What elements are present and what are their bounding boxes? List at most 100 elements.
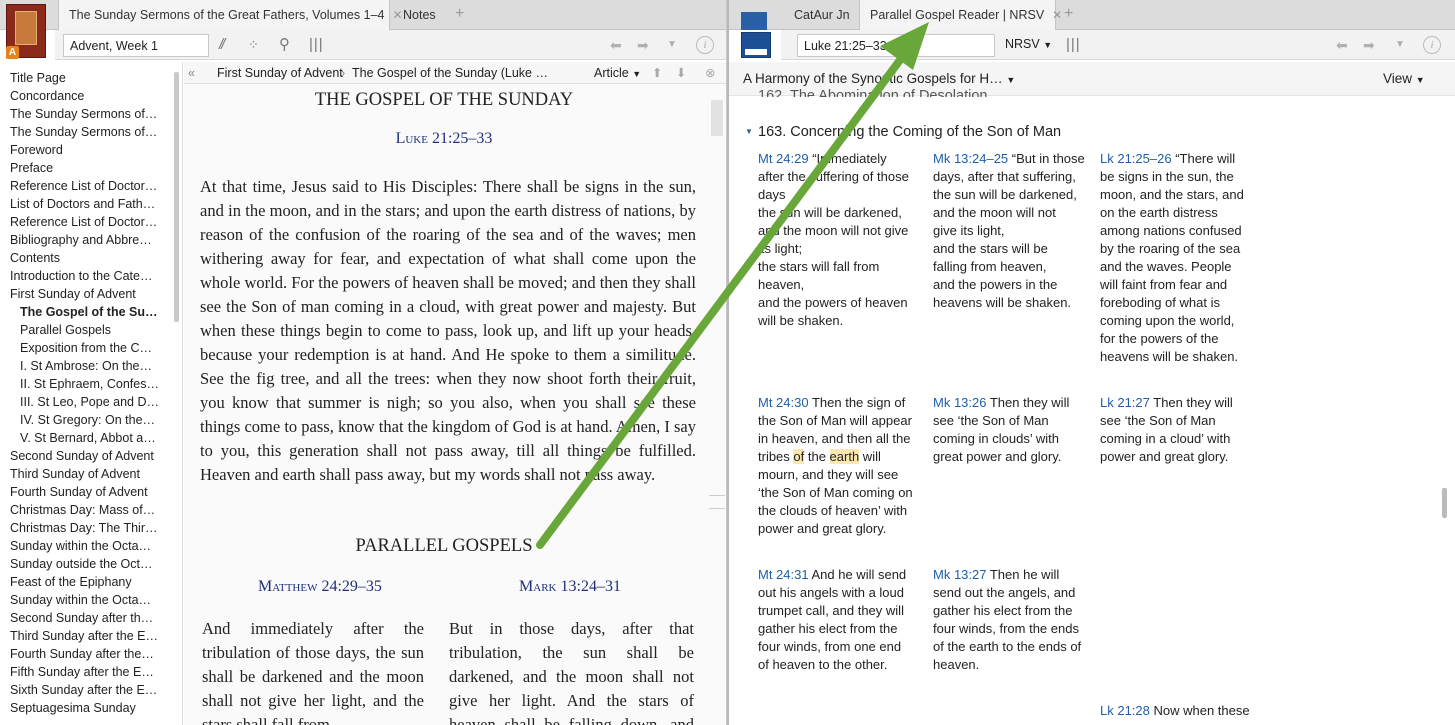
toc-item[interactable]: ▶Feast of the Epiphany <box>0 573 172 591</box>
toc-item[interactable]: Title Page <box>0 69 172 87</box>
collapsed-triangle-icon[interactable]: ▶ <box>0 682 10 699</box>
collapsed-triangle-icon[interactable]: ▶ <box>0 448 10 465</box>
toc-item[interactable]: The Sunday Sermons of… <box>0 105 172 123</box>
toc-item[interactable]: ▶Second Sunday after th… <box>0 609 172 627</box>
toc-item[interactable]: II. St Ephraem, Confes… <box>0 375 172 393</box>
breadcrumb-item[interactable]: First Sunday of Advent <box>217 62 343 84</box>
new-tab-icon[interactable]: + <box>455 0 464 28</box>
collapsed-triangle-icon[interactable]: ▶ <box>0 646 10 663</box>
verse-ref-link[interactable]: Lk 21:27 <box>1100 395 1150 410</box>
gospel-ref[interactable]: Luke 21:25–33 <box>184 130 704 148</box>
back-icon[interactable]: ⬅ <box>610 36 622 54</box>
toc-item[interactable]: Parallel Gospels <box>0 321 172 339</box>
toc-item[interactable]: The Sunday Sermons of… <box>0 123 172 141</box>
toc-item[interactable]: Preface <box>0 159 172 177</box>
tab-cataur[interactable]: CatAur Jn <box>784 0 860 30</box>
view-dropdown[interactable]: View ▼ <box>1383 62 1425 97</box>
verse-ref-link[interactable]: Lk 21:28 <box>1100 703 1150 718</box>
search-icon[interactable]: ⚲ <box>279 35 290 55</box>
breadcrumb-item[interactable]: The Gospel of the Sunday (Luke … <box>352 62 548 84</box>
back-icon[interactable]: ⬅ <box>1336 36 1348 54</box>
toc-item[interactable]: Introduction to the Cate… <box>0 267 172 285</box>
toc-item[interactable]: ▶Second Sunday of Advent <box>0 447 172 465</box>
verse-ref-link[interactable]: Mk 13:27 <box>933 567 986 582</box>
toc-item[interactable]: ▶Christmas Day: The Thir… <box>0 519 172 537</box>
history-dropdown-icon[interactable]: ▼ <box>1395 36 1405 54</box>
parallel-resources-icon[interactable]: // <box>219 35 226 55</box>
scrollbar-thumb[interactable] <box>711 100 723 136</box>
collapsed-triangle-icon[interactable]: ▶ <box>0 610 10 627</box>
toc-item[interactable]: ▶Fifth Sunday after the E… <box>0 663 172 681</box>
version-dropdown[interactable]: NRSV ▼ <box>1005 37 1052 51</box>
verse-ref-link[interactable]: Mt 24:29 <box>758 151 809 166</box>
toc-scrollbar-thumb[interactable] <box>174 72 179 322</box>
toc-item[interactable]: ▶Bibliography and Abbre… <box>0 231 172 249</box>
verse-ref-link[interactable]: Mk 13:24–25 <box>933 151 1008 166</box>
collapsed-triangle-icon[interactable]: ▶ <box>0 466 10 483</box>
down-arrow-icon[interactable]: ⬇ <box>676 62 686 84</box>
toc-item[interactable]: Concordance <box>0 87 172 105</box>
toc-item[interactable]: ▶Sixth Sunday after the E… <box>0 681 172 699</box>
verse-ref-link[interactable]: Lk 21:25–26 <box>1100 151 1172 166</box>
toc-item[interactable]: The Gospel of the Su… <box>0 303 172 321</box>
toc-item[interactable]: Contents <box>0 249 172 267</box>
matthew-ref[interactable]: Matthew 24:29–35 <box>200 578 440 596</box>
collapsed-triangle-icon[interactable]: ▶ <box>0 484 10 501</box>
history-dropdown-icon[interactable]: ▼ <box>667 36 677 54</box>
toc-item[interactable]: ▶Third Sunday after the E… <box>0 627 172 645</box>
toc-item[interactable]: ▼First Sunday of Advent <box>0 285 172 303</box>
collapsed-triangle-icon[interactable]: ▶ <box>0 664 10 681</box>
toc-item[interactable]: IV. St Gregory: On the… <box>0 411 172 429</box>
collapsed-triangle-icon[interactable]: ▶ <box>0 592 10 609</box>
close-reader-icon[interactable]: ⊗ <box>705 62 715 84</box>
collapsed-triangle-icon[interactable]: ▶ <box>0 556 10 573</box>
toc-item[interactable]: ▶Christmas Day: Mass of… <box>0 501 172 519</box>
verse-ref-link[interactable]: Mt 24:30 <box>758 395 809 410</box>
scripture-link[interactable]: Matthew 24:29–35 <box>258 578 382 595</box>
up-arrow-icon[interactable]: ⬆ <box>652 62 662 84</box>
toc-item[interactable]: Foreword <box>0 141 172 159</box>
scripture-link[interactable]: Luke 21:25–33 <box>396 130 493 147</box>
toc-item[interactable]: I. St Ambrose: On the… <box>0 357 172 375</box>
tab-notes[interactable]: Notes <box>393 0 446 30</box>
toc-item[interactable]: V. St Bernard, Abbot a… <box>0 429 172 447</box>
reference-input[interactable] <box>63 34 209 57</box>
toc-item[interactable]: Exposition from the C… <box>0 339 172 357</box>
collapse-toc-icon[interactable]: « <box>188 62 195 84</box>
expanded-triangle-icon[interactable]: ▼ <box>0 286 10 303</box>
info-icon[interactable]: i <box>696 36 714 54</box>
collapsed-triangle-icon[interactable]: ▶ <box>0 502 10 519</box>
verse-ref-link[interactable]: Mk 13:26 <box>933 395 986 410</box>
panel-menu-icon[interactable]: ||| <box>309 35 324 55</box>
scrollbar-thumb[interactable] <box>1442 488 1447 518</box>
toc-item[interactable]: ▶Sunday within the Octa… <box>0 537 172 555</box>
collapsed-triangle-icon[interactable]: ▶ <box>0 538 10 555</box>
collapsed-triangle-icon[interactable]: ▶ <box>0 700 10 717</box>
toc-item[interactable]: III. St Leo, Pope and D… <box>0 393 172 411</box>
tab-sunday-sermons[interactable]: The Sunday Sermons of the Great Fathers,… <box>58 0 403 31</box>
forward-icon[interactable]: ➡ <box>637 36 649 54</box>
visual-filter-icon[interactable]: ⁘ <box>248 35 259 55</box>
new-tab-icon[interactable]: + <box>1064 0 1073 28</box>
forward-icon[interactable]: ➡ <box>1363 36 1375 54</box>
toc-item[interactable]: Reference List of Doctor… <box>0 213 172 231</box>
info-icon[interactable]: i <box>1423 36 1441 54</box>
section-expand-icon[interactable]: ▼ <box>745 127 753 136</box>
toc-item[interactable]: ▶Third Sunday of Advent <box>0 465 172 483</box>
toc-item[interactable]: ▶Fourth Sunday after the… <box>0 645 172 663</box>
mark-ref[interactable]: Mark 13:24–31 <box>447 578 693 596</box>
collapsed-triangle-icon[interactable]: ▶ <box>0 628 10 645</box>
toc-item[interactable]: ▶Fourth Sunday of Advent <box>0 483 172 501</box>
collapsed-triangle-icon[interactable]: ▶ <box>0 520 10 537</box>
tab-parallel-gospel-reader[interactable]: Parallel Gospel Reader | NRSV ✕ <box>859 0 1062 31</box>
toc-item[interactable]: List of Doctors and Fath… <box>0 195 172 213</box>
collapsed-triangle-icon[interactable]: ▶ <box>0 232 10 249</box>
panel-menu-icon[interactable]: ||| <box>1066 35 1081 55</box>
collapsed-triangle-icon[interactable]: ▶ <box>0 574 10 591</box>
view-mode-dropdown[interactable]: Article ▼ <box>594 62 641 85</box>
toc-item[interactable]: ▶Septuagesima Sunday <box>0 699 172 717</box>
resource-cover-icon[interactable] <box>741 32 771 58</box>
resize-handle[interactable] <box>709 495 725 509</box>
toc-item[interactable]: Reference List of Doctor… <box>0 177 172 195</box>
reference-input[interactable] <box>797 34 995 57</box>
